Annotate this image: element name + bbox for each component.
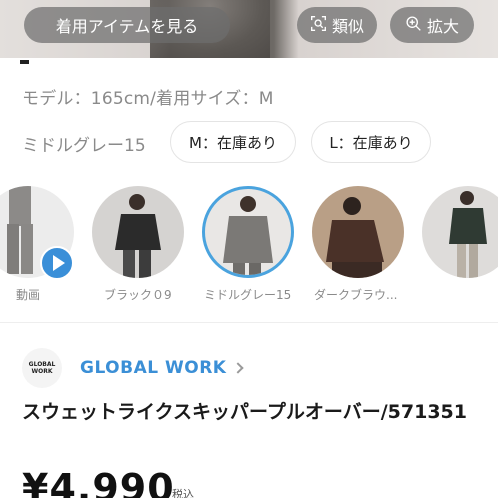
zoom-in-icon xyxy=(405,15,422,36)
brand-link[interactable]: GLOBAL WORK GLOBAL WORK xyxy=(22,348,245,388)
model-info: モデル：165cm/着用サイズ：M xyxy=(22,89,274,109)
swatch-middle-gray-thumb xyxy=(202,186,294,278)
brand-logo-text: WORK xyxy=(31,368,53,375)
play-video-icon[interactable] xyxy=(40,246,74,280)
chevron-right-icon xyxy=(232,362,245,374)
color-swatch-carousel[interactable]: 動画 ブラック０9 ミドルグレー15 ダークブラウ... xyxy=(0,186,498,306)
zoom-button[interactable]: 拡大 xyxy=(390,7,474,43)
swatch-dark-brown-thumb xyxy=(312,186,404,278)
selected-color-name: ミドルグレー15 xyxy=(22,136,146,156)
worn-items-label: 着用アイテムを見る xyxy=(55,17,199,36)
zoom-label: 拡大 xyxy=(426,17,459,36)
similar-button[interactable]: 類似 xyxy=(297,7,377,43)
swatch-middle-gray[interactable]: ミドルグレー15 xyxy=(202,186,294,302)
worn-items-button[interactable]: 着用アイテムを見る xyxy=(24,7,230,43)
swatch-label: ダークブラウ... xyxy=(314,288,398,302)
color-stock-row: ミドルグレー15 M：在庫あり L：在庫あり xyxy=(0,120,498,164)
brand-logo-text: GLOBAL xyxy=(28,361,56,368)
swatch-black-thumb xyxy=(92,186,184,278)
swatch-dark-brown[interactable]: ダークブラウ... xyxy=(312,186,404,302)
product-title: スウェットライクスキッパープルオーバー/571351 xyxy=(22,401,467,423)
similar-search-icon xyxy=(310,15,327,36)
brand-logo: GLOBAL WORK xyxy=(22,348,62,388)
tax-note: 税込 xyxy=(172,488,194,498)
swatch-next[interactable] xyxy=(422,186,498,278)
section-divider xyxy=(0,322,498,323)
swatch-next-thumb xyxy=(422,186,498,278)
swatch-black[interactable]: ブラック０9 xyxy=(92,186,184,302)
stock-chip-m[interactable]: M：在庫あり xyxy=(170,121,296,163)
brand-name[interactable]: GLOBAL WORK xyxy=(80,358,226,378)
photo-indicator xyxy=(20,60,29,64)
stock-chip-l[interactable]: L：在庫あり xyxy=(311,121,431,163)
similar-label: 類似 xyxy=(331,17,364,36)
price: ¥4,990 xyxy=(22,466,175,498)
